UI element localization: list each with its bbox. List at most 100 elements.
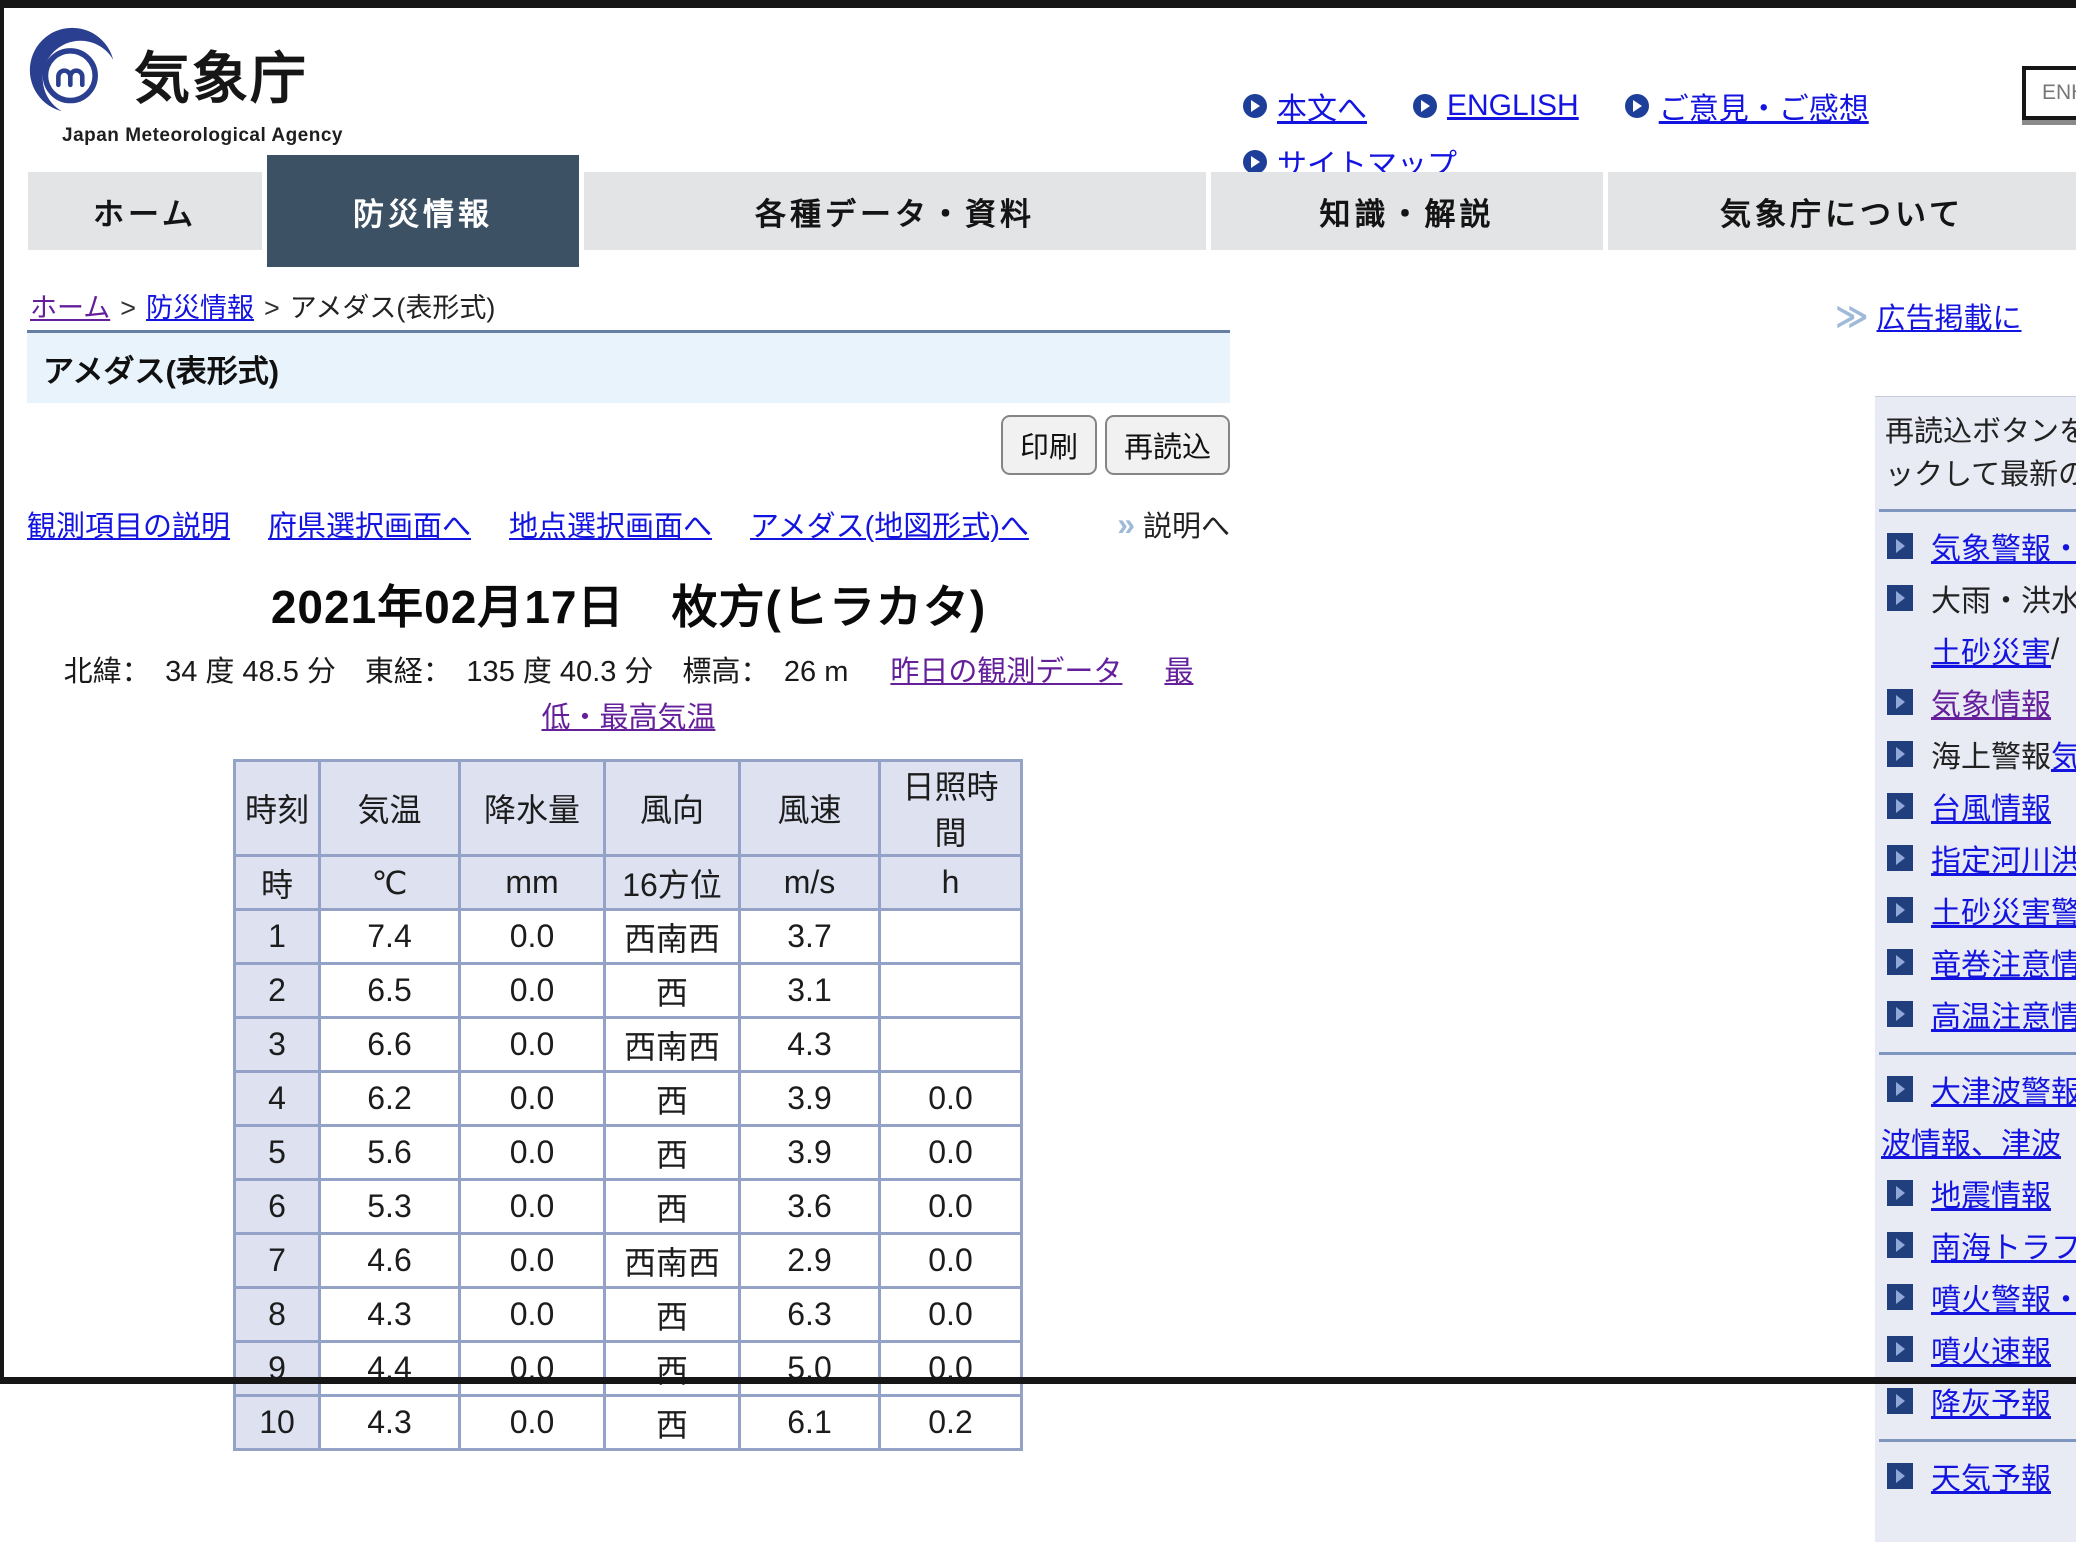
- table-cell: 0.0: [880, 1180, 1022, 1234]
- nav-tabs: ホーム防災情報各種データ・資料知識・解説気象庁について: [28, 172, 2076, 250]
- breadcrumb-item[interactable]: 防災情報: [146, 293, 254, 323]
- sidebar-item-link[interactable]: 気: [2051, 732, 2076, 776]
- sidebar: ≫ 広告掲載に 再読込ボタンをクリックして最新の情 気象警報・大雨・洪水土砂災害…: [1875, 296, 2076, 1542]
- table-cell: 西南西: [605, 1234, 740, 1288]
- sidebar-groups: 気象警報・大雨・洪水土砂災害 / 気象情報海上警報 気台風情報指定河川洪土砂災害…: [1879, 509, 2076, 1502]
- table-cell: 7: [235, 1234, 320, 1288]
- sidebar-item-link[interactable]: 土砂災害: [1931, 628, 2051, 672]
- utility-link-label[interactable]: ご意見・ご感想: [1659, 84, 1869, 128]
- sidebar-item-link[interactable]: 降灰予報: [1931, 1379, 2051, 1423]
- sidebar-item-link[interactable]: 南海トラフ: [1931, 1223, 2076, 1267]
- sidebar-item-link[interactable]: 地震情報: [1931, 1171, 2051, 1215]
- arrow-square-icon: [1887, 1284, 1913, 1310]
- table-cell: 0.2: [880, 1396, 1022, 1450]
- table-cell: ℃: [320, 856, 460, 910]
- table-cell: 2: [235, 964, 320, 1018]
- breadcrumb-item[interactable]: ホーム: [30, 293, 110, 323]
- nav-tab-2[interactable]: 防災情報: [267, 155, 579, 267]
- table-cell: 0.0: [880, 1342, 1022, 1396]
- table-row: 84.30.0西6.30.0: [235, 1288, 1022, 1342]
- breadcrumb: ホーム>防災情報>アメダス(表形式): [30, 286, 495, 325]
- arrow-square-icon: [1887, 1388, 1913, 1414]
- table-row: 26.50.0西3.1: [235, 964, 1022, 1018]
- sidebar-item-link[interactable]: 指定河川洪: [1931, 836, 2076, 880]
- sidebar-item-link[interactable]: 気象情報: [1931, 680, 2051, 724]
- jma-logo[interactable]: 気象庁 Japan Meteorological Agency: [28, 26, 343, 147]
- sidebar-item: 南海トラフ: [1879, 1219, 2076, 1271]
- sidebar-item: 竜巻注意情: [1879, 936, 2076, 988]
- quick-link[interactable]: 府県選択画面へ: [268, 503, 471, 545]
- print-button[interactable]: 印刷: [1001, 415, 1097, 475]
- sidebar-item-link[interactable]: 大津波警報・津: [1931, 1067, 2076, 1111]
- sidebar-item-link[interactable]: 台風情報: [1931, 784, 2051, 828]
- nav-tab-5[interactable]: 気象庁について: [1608, 172, 2076, 250]
- minmax-temp-link-wrap[interactable]: 低・最高気温: [541, 702, 715, 734]
- utility-link-label[interactable]: ENGLISH: [1447, 89, 1579, 123]
- table-cell: 時刻: [235, 761, 320, 856]
- breadcrumb-separator: >: [264, 293, 280, 323]
- table-cell: 0.0: [880, 1126, 1022, 1180]
- explain-link[interactable]: » 説明へ: [1117, 503, 1230, 545]
- arrow-square-icon: [1887, 741, 1913, 767]
- search-box-text: ENHA: [2042, 81, 2076, 105]
- reload-notice: 再読込ボタンをクリックして最新の情: [1879, 411, 2076, 497]
- arrow-square-icon: [1887, 845, 1913, 871]
- station-coordinates: 北緯： 34 度 48.5 分 東経： 135 度 40.3 分 標高： 26 …: [64, 656, 849, 688]
- table-cell: 風向: [605, 761, 740, 856]
- sidebar-item-link[interactable]: 天気予報: [1931, 1454, 2051, 1498]
- table-row: 36.60.0西南西4.3: [235, 1018, 1022, 1072]
- station-meta: 北緯： 34 度 48.5 分 東経： 135 度 40.3 分 標高： 26 …: [27, 649, 1230, 741]
- arrow-square-icon: [1887, 1336, 1913, 1362]
- table-row: 時刻気温降水量風向風速日照時間: [235, 761, 1022, 856]
- quick-links: 観測項目の説明府県選択画面へ地点選択画面へアメダス(地図形式)へ: [27, 503, 1029, 545]
- sidebar-item-link[interactable]: 土砂災害警: [1931, 888, 2076, 932]
- quick-link[interactable]: アメダス(地図形式)へ: [750, 503, 1029, 545]
- sidebar-item: 波情報、津波: [1879, 1115, 2076, 1167]
- arrow-square-icon: [1887, 897, 1913, 923]
- sidebar-item: 台風情報: [1879, 780, 2076, 832]
- sidebar-item-link[interactable]: 高温注意情: [1931, 992, 2076, 1036]
- nav-tab-4[interactable]: 知識・解説: [1211, 172, 1603, 250]
- button-row: 印刷 再読込: [27, 415, 1230, 475]
- site-search-box[interactable]: ENHA: [2022, 66, 2076, 120]
- yesterday-data-link[interactable]: 昨日の観測データ: [890, 656, 1122, 688]
- sidebar-item-link[interactable]: 気象警報・: [1931, 524, 2076, 568]
- table-cell: [880, 1018, 1022, 1072]
- table-cell: mm: [460, 856, 605, 910]
- arrow-square-icon: [1887, 533, 1913, 559]
- reload-button[interactable]: 再読込: [1105, 415, 1230, 475]
- sidebar-item-link[interactable]: 噴火警報・: [1931, 1275, 2076, 1319]
- table-cell: 6.5: [320, 964, 460, 1018]
- sidebar-item: 地震情報: [1879, 1167, 2076, 1219]
- sidebar-item-link[interactable]: 竜巻注意情: [1931, 940, 2076, 984]
- arrow-square-icon: [1887, 689, 1913, 715]
- sidebar-item-link[interactable]: 噴火速報: [1931, 1327, 2051, 1371]
- utility-links: 本文へENGLISHご意見・ご感想 サイトマップ: [1243, 84, 2003, 184]
- utility-link: ENGLISH: [1413, 89, 1579, 123]
- arrow-square-icon: [1887, 1076, 1913, 1102]
- table-cell: 0.0: [880, 1288, 1022, 1342]
- utility-link-label[interactable]: 本文へ: [1277, 84, 1367, 128]
- table-cell: 0.0: [460, 1072, 605, 1126]
- main-content: アメダス(表形式) 印刷 再読込 観測項目の説明府県選択画面へ地点選択画面へアメ…: [27, 330, 1230, 1451]
- sidebar-item: 気象情報: [1879, 676, 2076, 728]
- table-cell: 西: [605, 1180, 740, 1234]
- minmax-temp-link[interactable]: 最: [1164, 656, 1193, 688]
- sidebar-item: 噴火速報: [1879, 1323, 2076, 1375]
- arrow-circle-icon: [1625, 94, 1649, 118]
- nav-tab-3[interactable]: 各種データ・資料: [584, 172, 1206, 250]
- nav-tab-1[interactable]: ホーム: [28, 172, 262, 250]
- chevron-right-icon: »: [1117, 508, 1135, 540]
- sidebar-item-text: 大雨・洪水: [1931, 576, 2076, 620]
- sidebar-item: 海上警報 気: [1879, 728, 2076, 780]
- table-cell: 0.0: [460, 910, 605, 964]
- table-cell: 0.0: [460, 1018, 605, 1072]
- quick-link[interactable]: 地点選択画面へ: [509, 503, 712, 545]
- sidebar-item-link[interactable]: 波情報、津波: [1881, 1119, 2061, 1163]
- table-cell: 0.0: [460, 1288, 605, 1342]
- sidebar-item: 噴火警報・: [1879, 1271, 2076, 1323]
- quick-link[interactable]: 観測項目の説明: [27, 503, 230, 545]
- table-cell: 5.0: [740, 1342, 880, 1396]
- table-cell: 風速: [740, 761, 880, 856]
- ad-link[interactable]: 広告掲載に: [1877, 295, 2022, 337]
